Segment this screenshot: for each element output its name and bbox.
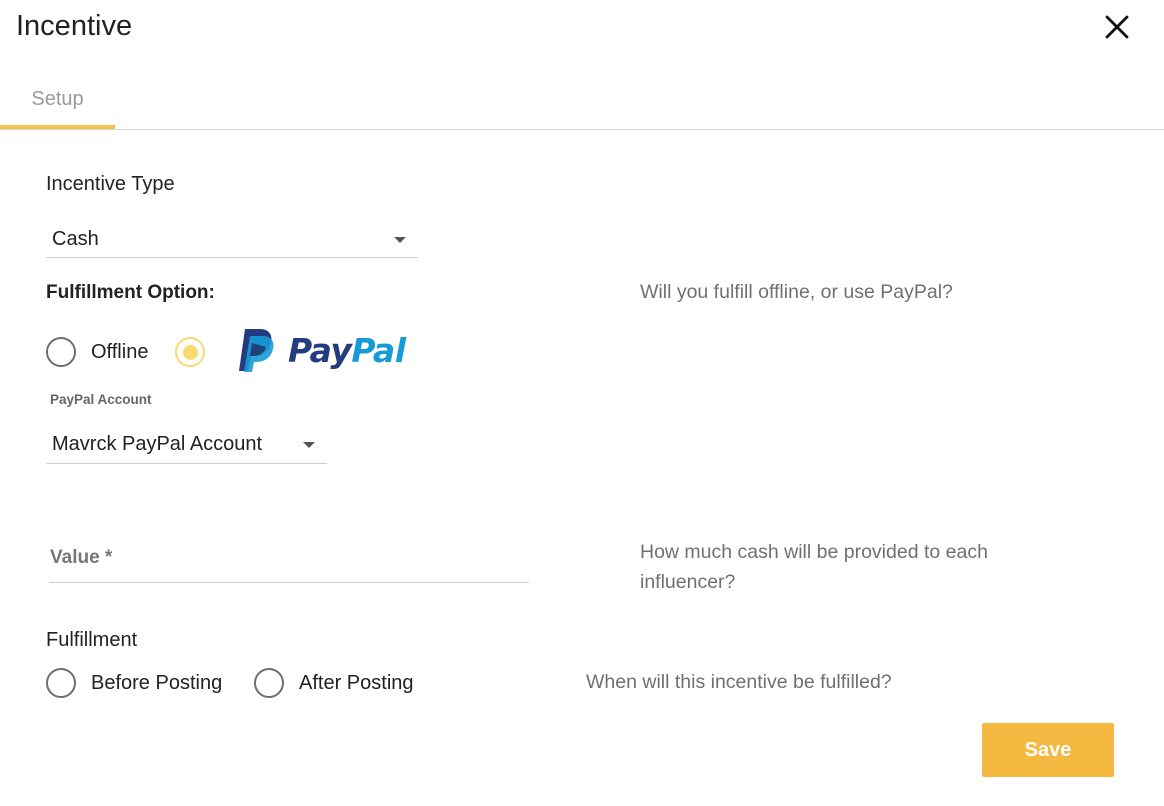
dialog-title: Incentive (16, 10, 133, 42)
paypal-icon (239, 329, 274, 372)
radio-after-posting[interactable]: After Posting (254, 668, 414, 698)
tab-divider (0, 129, 1164, 130)
close-button[interactable] (1100, 10, 1134, 44)
tab-setup[interactable]: Setup (0, 68, 115, 130)
radio-selected-dot (182, 344, 198, 360)
fulfillment-label: Fulfillment (46, 629, 138, 651)
paypal-account-select[interactable]: Mavrck PayPal Account (46, 426, 327, 464)
incentive-type-value: Cash (52, 228, 99, 250)
paypal-account-label: PayPal Account (50, 392, 152, 407)
value-field[interactable] (49, 534, 529, 583)
radio-paypal-circle[interactable] (175, 337, 205, 367)
fulfillment-option-label: Fulfillment Option: (46, 282, 215, 303)
paypal-logo[interactable]: PayPal (236, 326, 412, 374)
incentive-dialog: Incentive Setup Incentive Type Cash Fulf… (0, 0, 1164, 806)
paypal-wordmark: PayPal (288, 330, 406, 370)
value-input[interactable] (49, 534, 529, 582)
close-icon (1105, 15, 1129, 39)
paypal-account-value: Mavrck PayPal Account (52, 433, 263, 455)
radio-paypal[interactable] (175, 337, 205, 367)
fulfillment-option-hint: Will you fulfill offline, or use PayPal? (640, 281, 953, 303)
incentive-type-select[interactable]: Cash (46, 222, 418, 258)
radio-after-posting-circle[interactable] (254, 668, 284, 698)
radio-offline[interactable]: Offline (46, 337, 148, 367)
radio-offline-label: Offline (91, 340, 149, 363)
save-button[interactable]: Save (982, 723, 1114, 777)
incentive-type-label: Incentive Type (46, 173, 175, 195)
radio-before-posting-circle[interactable] (46, 668, 76, 698)
radio-after-posting-label: After Posting (299, 671, 414, 694)
value-hint: How much cash will be provided to each i… (640, 541, 988, 593)
chevron-down-icon (303, 441, 315, 448)
fulfillment-hint: When will this incentive be fulfilled? (586, 671, 892, 693)
radio-offline-circle[interactable] (46, 337, 76, 367)
radio-before-posting[interactable]: Before Posting (46, 668, 222, 698)
radio-before-posting-label: Before Posting (91, 671, 223, 694)
chevron-down-icon (394, 236, 406, 243)
